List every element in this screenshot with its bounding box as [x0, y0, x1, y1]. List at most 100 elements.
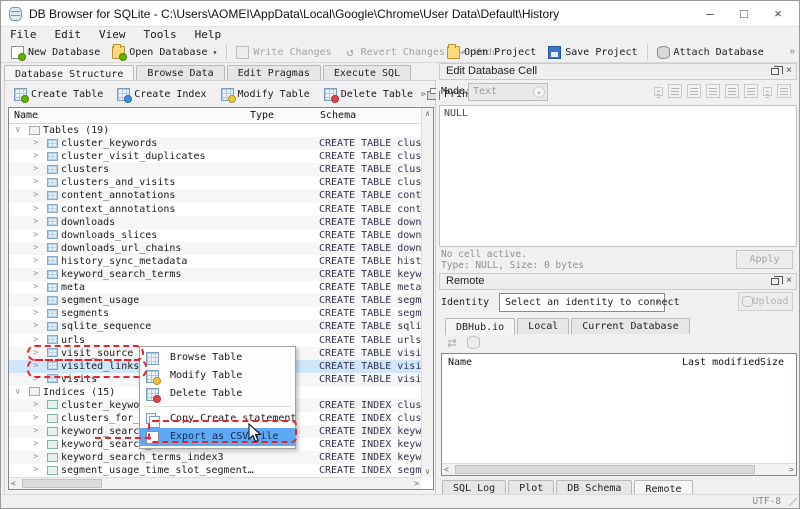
close-button[interactable]: ×: [761, 1, 795, 26]
expand-icon[interactable]: >: [33, 347, 38, 360]
tree-row[interactable]: >segmentsCREATE TABLE segme: [9, 307, 421, 320]
remote-column-size[interactable]: Size: [760, 357, 784, 368]
hscroll-thumb[interactable]: [22, 479, 102, 488]
tree-row[interactable]: >history_sync_metadataCREATE TABLE histo: [9, 255, 421, 268]
toolbar-button-revert-changes[interactable]: ↺Revert Changes: [338, 44, 451, 61]
expand-icon[interactable]: >: [33, 229, 38, 242]
cell-editor[interactable]: NULL: [439, 105, 797, 247]
menu-item-export-as-csv-file[interactable]: Export as CSV file: [140, 428, 295, 446]
resize-grip[interactable]: [788, 497, 797, 506]
remote-column-last-modified[interactable]: Last modified: [682, 357, 760, 368]
tree-row[interactable]: >segment_usageCREATE TABLE segme: [9, 294, 421, 307]
toolbar-overflow-chevron[interactable]: »: [789, 46, 795, 57]
expand-icon[interactable]: >: [33, 268, 38, 281]
tab-execute-sql[interactable]: Execute SQL: [323, 65, 411, 81]
menu-item-help[interactable]: Help: [186, 27, 231, 42]
identity-select[interactable]: Select an identity to connect ▾: [499, 293, 665, 312]
expand-icon[interactable]: >: [33, 176, 38, 189]
import-icon[interactable]: [725, 84, 739, 98]
close-panel-icon[interactable]: ×: [786, 276, 792, 286]
font-icon[interactable]: [654, 87, 663, 96]
null-icon[interactable]: [763, 87, 772, 96]
tree-column-name[interactable]: Name: [14, 110, 38, 121]
expand-icon[interactable]: >: [33, 320, 38, 333]
minimize-button[interactable]: –: [693, 1, 727, 26]
create-table-button[interactable]: Create Table: [7, 86, 110, 103]
print-cell-icon[interactable]: [777, 84, 791, 98]
tab-browse-data[interactable]: Browse Data: [136, 65, 224, 81]
remote-horizontal-scrollbar[interactable]: < >: [442, 463, 796, 475]
tab-dbhub-io[interactable]: DBHub.io: [445, 318, 515, 335]
toolbar-button-new-database[interactable]: New Database: [5, 44, 106, 61]
expand-icon[interactable]: >: [33, 307, 38, 320]
expand-icon[interactable]: >: [33, 216, 38, 229]
menu-item-delete-table[interactable]: Delete Table: [140, 385, 295, 403]
expand-icon[interactable]: >: [33, 242, 38, 255]
expand-icon[interactable]: >: [33, 163, 38, 176]
float-panel-icon[interactable]: [771, 278, 779, 285]
scroll-left-icon[interactable]: <: [444, 465, 449, 474]
tree-column-schema[interactable]: Schema: [320, 110, 356, 121]
upload-button[interactable]: Upload: [738, 292, 793, 311]
scroll-down-icon[interactable]: ∨: [422, 467, 433, 476]
close-panel-icon[interactable]: ×: [786, 66, 792, 76]
menu-item-edit[interactable]: Edit: [46, 27, 91, 42]
expand-icon[interactable]: >: [33, 137, 38, 150]
menu-item-copy-create-statement[interactable]: Copy Create statement: [140, 410, 295, 428]
toolbar-button-attach-database[interactable]: Attach Database: [651, 44, 770, 61]
tree-row[interactable]: >context_annotationsCREATE TABLE conte: [9, 203, 421, 216]
toolbar-button-open-project[interactable]: Open Project: [441, 44, 542, 61]
tree-row[interactable]: >segment_usage_time_slot_segment…CREATE …: [9, 464, 421, 477]
toolbar-button-write-changes[interactable]: Write Changes: [230, 44, 337, 61]
tree-vertical-scrollbar[interactable]: ∧ ∨: [421, 108, 433, 477]
tree-horizontal-scrollbar[interactable]: < >: [9, 477, 421, 489]
toolbar-button-open-database[interactable]: Open Database▾: [106, 44, 223, 61]
toolbar-button-save-project[interactable]: Save Project: [542, 44, 643, 61]
tab-edit-pragmas[interactable]: Edit Pragmas: [227, 65, 321, 81]
tree-row[interactable]: >sqlite_sequenceCREATE TABLE sqlit: [9, 320, 421, 333]
expand-icon[interactable]: >: [33, 281, 38, 294]
expand-icon[interactable]: >: [33, 255, 38, 268]
menu-item-modify-table[interactable]: Modify Table: [140, 367, 295, 385]
scroll-right-icon[interactable]: >: [789, 465, 794, 474]
expand-icon[interactable]: >: [33, 464, 38, 477]
apply-button[interactable]: Apply: [736, 250, 793, 269]
delete-table-button[interactable]: Delete Table: [317, 86, 420, 103]
menu-item-tools[interactable]: Tools: [135, 27, 186, 42]
tree-row[interactable]: >clusters_and_visitsCREATE TABLE clust: [9, 176, 421, 189]
float-panel-icon[interactable]: [771, 68, 779, 75]
tab-local[interactable]: Local: [517, 318, 569, 334]
tree-row[interactable]: >metaCREATE TABLE meta(: [9, 281, 421, 294]
scroll-up-icon[interactable]: ∧: [422, 109, 433, 118]
expand-icon[interactable]: >: [33, 438, 38, 451]
mode-select[interactable]: Text ▾: [468, 83, 548, 101]
tree-column-type[interactable]: Type: [250, 110, 274, 121]
tree-row[interactable]: >downloads_slicesCREATE TABLE downl: [9, 229, 421, 242]
expand-icon[interactable]: >: [33, 399, 38, 412]
expand-icon[interactable]: >: [33, 203, 38, 216]
scroll-left-icon[interactable]: <: [11, 479, 16, 488]
menu-item-browse-table[interactable]: Browse Table: [140, 349, 295, 367]
tree-row[interactable]: >urlsCREATE TABLE urls(: [9, 334, 421, 347]
expand-icon[interactable]: >: [33, 373, 38, 386]
expand-icon[interactable]: >: [33, 412, 38, 425]
tree-row[interactable]: >cluster_visit_duplicatesCREATE TABLE cl…: [9, 150, 421, 163]
tree-row[interactable]: >downloadsCREATE TABLE downl: [9, 216, 421, 229]
expand-icon[interactable]: >: [33, 189, 38, 202]
hscroll-thumb[interactable]: [455, 465, 755, 474]
open-file-icon[interactable]: [687, 84, 701, 98]
expand-icon[interactable]: >: [33, 360, 38, 373]
expand-icon[interactable]: >: [33, 294, 38, 307]
clone-database-icon[interactable]: [467, 336, 480, 349]
tree-row[interactable]: >clustersCREATE TABLE clust: [9, 163, 421, 176]
tree-row[interactable]: >content_annotationsCREATE TABLE conte: [9, 189, 421, 202]
expand-icon[interactable]: >: [33, 150, 38, 163]
expand-icon[interactable]: >: [33, 334, 38, 347]
collapse-icon[interactable]: ∨: [15, 386, 20, 399]
tree-row[interactable]: >keyword_search_termsCREATE TABLE keywo: [9, 268, 421, 281]
maximize-button[interactable]: □: [727, 1, 761, 26]
refresh-icon[interactable]: ⇄: [447, 336, 457, 350]
export-icon[interactable]: [744, 84, 758, 98]
align-icon[interactable]: [668, 84, 682, 98]
expand-icon[interactable]: >: [33, 451, 38, 464]
